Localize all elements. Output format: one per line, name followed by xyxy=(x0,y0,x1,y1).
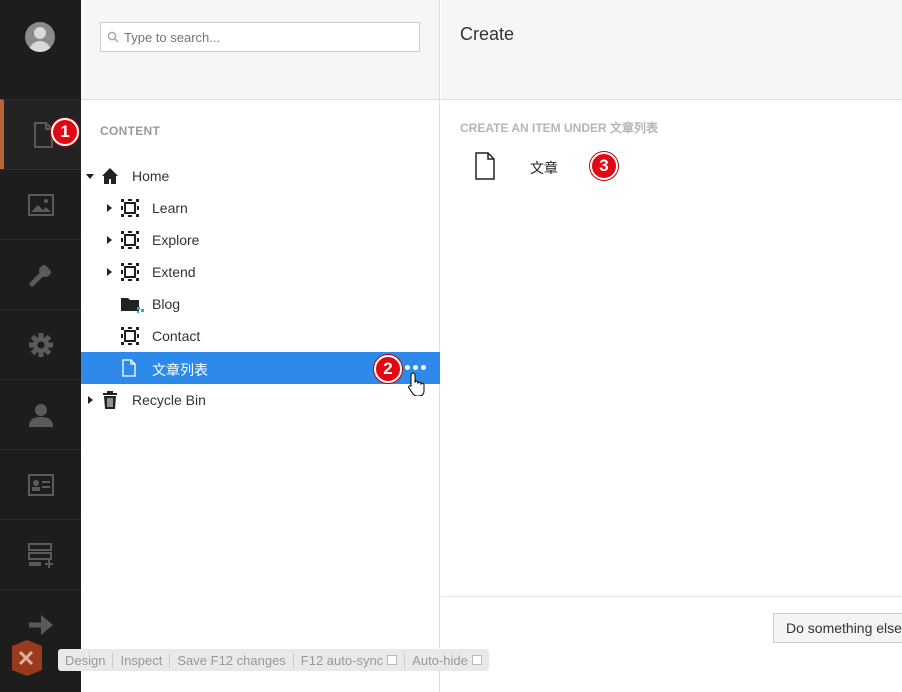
folder-icon xyxy=(121,298,144,313)
tree-node-contact[interactable]: Contact xyxy=(81,320,440,352)
doc-type-option[interactable]: 文章 xyxy=(474,150,674,182)
rail-item-developer[interactable] xyxy=(0,309,81,379)
document-icon xyxy=(33,121,53,148)
create-header: Create xyxy=(441,0,902,100)
rail-item-settings[interactable] xyxy=(0,239,81,309)
visual-studio-logo xyxy=(12,640,42,676)
frame-icon xyxy=(121,231,139,249)
tree-node-label: 文章列表 xyxy=(152,362,208,378)
save-f12-button[interactable]: Save F12 changes xyxy=(170,652,294,668)
tree-node-label: Home xyxy=(132,168,170,184)
tree-node-extend[interactable]: Extend xyxy=(81,256,440,288)
checkbox[interactable] xyxy=(387,655,398,665)
step-badge-1: 1 xyxy=(51,118,79,146)
arrow-right-icon xyxy=(28,614,53,635)
checkbox[interactable] xyxy=(471,655,482,665)
document-icon xyxy=(122,359,136,377)
rail-item-users[interactable] xyxy=(0,379,81,449)
step-badge-2: 2 xyxy=(374,355,402,383)
caret-right-icon[interactable] xyxy=(88,396,93,404)
tree-node-label: Contact xyxy=(152,328,201,344)
tree-header xyxy=(81,0,439,100)
create-panel: Create CREATE AN ITEM UNDER 文章列表 文章 Do s… xyxy=(441,0,902,692)
forms-icon xyxy=(27,542,53,568)
user-avatar[interactable] xyxy=(25,22,55,52)
inspect-toggle[interactable]: Inspect xyxy=(113,652,171,668)
tree-node-explore[interactable]: Explore xyxy=(81,224,440,256)
rail-item-media[interactable] xyxy=(0,169,81,239)
create-footer: Do something else xyxy=(441,596,902,692)
gear-icon xyxy=(28,332,53,357)
design-toggle[interactable]: Design xyxy=(58,652,114,668)
create-under-heading: CREATE AN ITEM UNDER 文章列表 xyxy=(460,121,659,135)
search-icon xyxy=(107,31,119,43)
f12-autosync-toggle[interactable]: F12 auto-sync xyxy=(294,652,406,668)
caret-right-icon[interactable] xyxy=(107,236,112,244)
user-icon xyxy=(28,403,53,427)
tree-node-label: Explore xyxy=(152,232,200,248)
home-icon xyxy=(102,168,118,184)
frame-icon xyxy=(121,263,139,281)
tree-node-label: Blog xyxy=(152,296,181,312)
doc-type-label: 文章 xyxy=(530,161,558,177)
frame-icon xyxy=(121,327,139,345)
dev-toolbar: Design Inspect Save F12 changes F12 auto… xyxy=(58,649,489,671)
page-title: Create xyxy=(460,24,515,44)
id-card-icon xyxy=(27,473,54,496)
tree-node-recycle-bin[interactable]: Recycle Bin xyxy=(81,384,440,416)
caret-right-icon[interactable] xyxy=(107,204,112,212)
tree-node-label: Recycle Bin xyxy=(132,392,206,408)
document-icon xyxy=(475,152,495,180)
tree-node-learn[interactable]: Learn xyxy=(81,192,440,224)
tree-node-home[interactable]: Home xyxy=(81,160,440,192)
rail-item-members[interactable] xyxy=(0,449,81,519)
do-something-else-button[interactable]: Do something else xyxy=(773,613,902,643)
frame-icon xyxy=(121,199,139,217)
tree-node-blog[interactable]: Blog xyxy=(81,288,440,320)
caret-right-icon[interactable] xyxy=(107,268,112,276)
content-tree-panel: CONTENT Home Learn Explore Extend Blog C… xyxy=(81,0,440,692)
search-input[interactable] xyxy=(124,29,404,45)
search-box[interactable] xyxy=(100,22,420,52)
wrench-icon xyxy=(29,264,51,286)
tree-node-label: Learn xyxy=(152,200,188,216)
step-badge-3: 3 xyxy=(590,152,618,180)
caret-down-icon[interactable] xyxy=(86,174,94,179)
trash-icon xyxy=(103,391,117,409)
autohide-toggle[interactable]: Auto-hide xyxy=(405,653,489,668)
tree-section-title: CONTENT xyxy=(100,124,161,138)
image-icon xyxy=(27,193,54,216)
section-rail xyxy=(0,0,81,692)
tree-node-label: Extend xyxy=(152,264,196,280)
rail-item-forms[interactable] xyxy=(0,519,81,589)
node-actions-menu[interactable] xyxy=(405,365,426,370)
